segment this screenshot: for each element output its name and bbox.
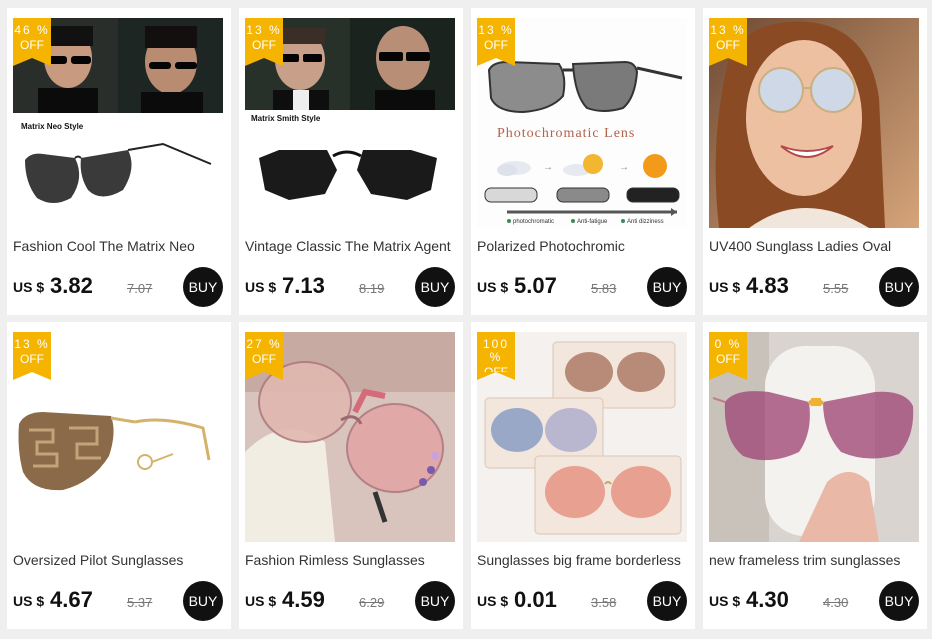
product-title[interactable]: UV400 Sunglass Ladies Oval [709, 238, 921, 254]
product-card[interactable]: 13 % OFF UV400 Sunglass Ladies Oval US $… [703, 8, 927, 315]
original-price: 5.83 [591, 281, 617, 296]
product-card[interactable]: Matrix Neo Style 46 % OFF Fashion Cool T… [7, 8, 231, 315]
svg-text:→: → [543, 162, 553, 173]
currency-label: US $ [245, 593, 277, 609]
product-title[interactable]: Vintage Classic The Matrix Agent [245, 238, 457, 254]
discount-badge: 13 % OFF [709, 18, 747, 66]
buy-button[interactable]: BUY [647, 267, 687, 307]
buy-button[interactable]: BUY [647, 581, 687, 621]
currency-label: US $ [13, 593, 45, 609]
currency-label: US $ [709, 593, 741, 609]
buy-button[interactable]: BUY [183, 267, 223, 307]
style-caption: Matrix Smith Style [251, 114, 321, 123]
product-card[interactable]: Matrix Smith Style 13 % OFF Vintage Clas… [239, 8, 463, 315]
discount-badge: 13 % OFF [245, 18, 283, 66]
currency-label: US $ [477, 279, 509, 295]
product-price: 3.82 [50, 273, 93, 298]
product-card[interactable]: 13 % OFF Oversized Pilot Sunglasses US $… [7, 322, 231, 629]
currency-label: US $ [245, 279, 277, 295]
original-price: 4.30 [823, 595, 849, 610]
product-card[interactable]: 100 % OFF Sunglasses big frame borderles… [471, 322, 695, 629]
discount-badge: 0 % OFF [709, 332, 747, 380]
original-price: 5.37 [127, 595, 153, 610]
product-price: 4.59 [282, 587, 325, 612]
buy-button[interactable]: BUY [879, 267, 919, 307]
original-price: 5.55 [823, 281, 849, 296]
product-title[interactable]: Oversized Pilot Sunglasses [13, 552, 225, 568]
original-price: 7.07 [127, 281, 153, 296]
currency-label: US $ [477, 593, 509, 609]
product-price: 4.83 [746, 273, 789, 298]
discount-badge: 13 % OFF [13, 332, 51, 380]
feature-label: Anti dizziness [627, 219, 664, 225]
product-title[interactable]: Fashion Rimless Sunglasses [245, 552, 457, 568]
svg-text:→: → [619, 162, 629, 173]
discount-badge: 27 % OFF [245, 332, 283, 380]
currency-label: US $ [709, 279, 741, 295]
product-title[interactable]: Sunglasses big frame borderless [477, 552, 689, 568]
product-title[interactable]: new frameless trim sunglasses [709, 552, 921, 568]
feature-label: photochromatic [513, 219, 554, 225]
discount-badge: 100 % OFF [477, 332, 515, 380]
product-title[interactable]: Polarized Photochromic [477, 238, 689, 254]
original-price: 3.58 [591, 595, 617, 610]
buy-button[interactable]: BUY [183, 581, 223, 621]
buy-button[interactable]: BUY [415, 581, 455, 621]
product-price: 4.67 [50, 587, 93, 612]
original-price: 8.19 [359, 281, 385, 296]
style-caption: Matrix Neo Style [21, 122, 84, 131]
discount-badge: 46 % OFF [13, 18, 51, 66]
original-price: 6.29 [359, 595, 385, 610]
discount-badge: 13 % OFF [477, 18, 515, 66]
buy-button[interactable]: BUY [415, 267, 455, 307]
currency-label: US $ [13, 279, 45, 295]
product-price: 7.13 [282, 273, 325, 298]
product-card[interactable]: 0 % OFF new frameless trim sunglasses US… [703, 322, 927, 629]
lens-caption: Photochromatic Lens [497, 126, 636, 141]
product-price: 4.30 [746, 587, 789, 612]
product-card[interactable]: 27 % OFF Fashion Rimless Sunglasses US $… [239, 322, 463, 629]
product-price: 0.01 [514, 587, 557, 612]
product-price: 5.07 [514, 273, 557, 298]
feature-label: Anti-fatigue [577, 219, 608, 225]
product-card[interactable]: → → photochromatic Anti-fatigue Anti diz… [471, 8, 695, 315]
product-title[interactable]: Fashion Cool The Matrix Neo [13, 238, 225, 254]
buy-button[interactable]: BUY [879, 581, 919, 621]
product-grid: Matrix Neo Style 46 % OFF Fashion Cool T… [0, 0, 932, 639]
